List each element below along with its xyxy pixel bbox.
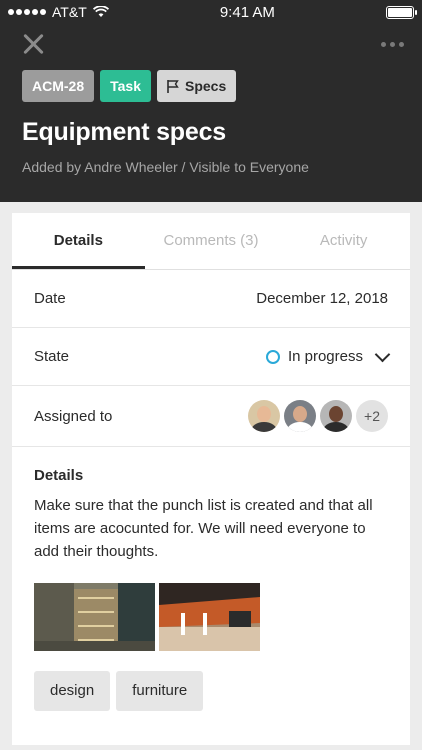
tab-details[interactable]: Details: [12, 213, 145, 269]
more-assignees-badge[interactable]: +2: [356, 400, 388, 432]
state-status-icon: [265, 349, 280, 364]
assigned-row[interactable]: Assigned to +2: [12, 386, 410, 447]
attachment-image[interactable]: [34, 583, 155, 651]
more-icon[interactable]: [381, 41, 404, 47]
details-heading: Details: [34, 467, 84, 484]
signal-icon: [8, 9, 46, 15]
chevron-down-icon: [374, 346, 391, 363]
carrier-label: AT&T: [52, 4, 87, 20]
tag-chip[interactable]: design: [34, 671, 111, 711]
wifi-icon: [92, 6, 109, 17]
status-bar: AT&T 9:41 AM: [0, 0, 422, 24]
flag-icon: [167, 79, 179, 93]
assignee-avatars[interactable]: +2: [248, 400, 388, 432]
date-value: December 12, 2018: [256, 290, 388, 307]
shelving-photo-icon: [34, 583, 155, 651]
avatar[interactable]: [248, 400, 280, 432]
details-card: Details Comments (3) Activity Date Decem…: [12, 213, 410, 745]
status-left: AT&T: [8, 4, 109, 20]
tab-activity[interactable]: Activity: [277, 213, 410, 269]
tag-row: ACM-28 Task Specs: [0, 64, 422, 102]
top-bar: [0, 24, 422, 64]
task-id-tag: ACM-28: [22, 70, 95, 102]
page-title: Equipment specs: [22, 118, 226, 146]
state-label: State: [34, 348, 70, 365]
header: AT&T 9:41 AM ACM-28 Task Specs Equipment…: [0, 0, 422, 202]
page-subtitle: Added by Andre Wheeler / Visible to Ever…: [22, 159, 309, 175]
flag-tag-label: Specs: [185, 78, 227, 94]
task-type-tag: Task: [100, 70, 151, 102]
close-icon[interactable]: [22, 33, 44, 55]
state-select[interactable]: In progress: [265, 346, 391, 365]
tag-chips: design furniture: [34, 671, 388, 711]
attachment-thumbnails: [34, 583, 388, 651]
status-time: 9:41 AM: [219, 3, 275, 21]
tab-comments[interactable]: Comments (3): [145, 213, 278, 269]
details-section: Details Make sure that the punch list is…: [12, 447, 410, 711]
tab-bar: Details Comments (3) Activity: [12, 213, 410, 270]
state-row[interactable]: State In progress: [12, 328, 410, 386]
office-photo-icon: [159, 583, 260, 651]
attachment-image[interactable]: [159, 583, 260, 651]
assigned-label: Assigned to: [34, 407, 113, 425]
tag-chip[interactable]: furniture: [116, 671, 204, 711]
avatar[interactable]: [284, 400, 316, 432]
details-body: Make sure that the punch list is created…: [34, 497, 373, 560]
battery-icon: [385, 5, 417, 19]
date-row[interactable]: Date December 12, 2018: [12, 270, 410, 328]
state-value: In progress: [287, 348, 363, 365]
avatar[interactable]: [320, 400, 352, 432]
flag-tag[interactable]: Specs: [157, 70, 237, 102]
date-label: Date: [34, 290, 66, 307]
